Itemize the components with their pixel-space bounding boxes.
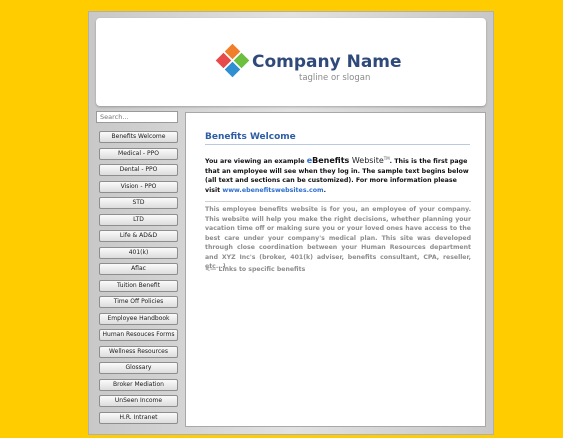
nav-tuition-benefit[interactable]: Tuition Benefit	[99, 279, 178, 292]
tagline: tagline or slogan	[299, 73, 371, 83]
brand-word: Benefits	[312, 156, 350, 166]
page-title: Benefits Welcome	[205, 132, 470, 145]
company-name: Company Name	[252, 52, 402, 72]
nav-time-off-policies[interactable]: Time Off Policies	[99, 296, 178, 308]
nav-ltd[interactable]: LTD	[99, 213, 178, 226]
nav-employee-handbook[interactable]: Employee Handbook	[99, 312, 178, 325]
nav-wellness-resources[interactable]: Wellness Resources	[99, 345, 178, 358]
nav-benefits-welcome[interactable]: Benefits Welcome	[99, 131, 178, 143]
nav-life-add[interactable]: Life & AD&D	[99, 230, 178, 242]
search-input[interactable]	[96, 111, 178, 123]
nav-hr-intranet[interactable]: H.R. Intranet	[99, 411, 178, 424]
links-pointer-text: <— Links to specific benefits	[205, 266, 306, 273]
nav-aflac[interactable]: Aflac	[99, 263, 178, 275]
nav-std[interactable]: STD	[99, 197, 178, 209]
main-content: Benefits Welcome You are viewing an exam…	[185, 112, 486, 427]
nav-medical-ppo[interactable]: Medical - PPO	[99, 147, 178, 160]
header: Company Name tagline or slogan	[96, 18, 486, 106]
brand-site: Website	[349, 156, 384, 166]
nav-dental-ppo[interactable]: Dental - PPO	[99, 164, 178, 176]
nav-vision-ppo[interactable]: Vision - PPO	[99, 180, 178, 193]
website-link[interactable]: www.ebenefitswebsites.com	[222, 187, 323, 194]
intro-prefix: You are viewing an example	[205, 158, 307, 166]
nav-unseen-income[interactable]: UnSeen Income	[99, 395, 178, 407]
nav-glossary[interactable]: Glossary	[99, 362, 178, 374]
nav-hr-forms[interactable]: Human Resouces Forms	[99, 329, 178, 341]
sidebar-nav: Benefits Welcome Medical - PPO Dental - …	[99, 131, 178, 428]
intro-paragraph: You are viewing an example eBenefits Web…	[205, 154, 471, 195]
nav-broker-mediation[interactable]: Broker Mediation	[99, 378, 178, 391]
intro-end: .	[323, 186, 326, 194]
description-paragraph: This employee benefits website is for yo…	[205, 206, 471, 270]
nav-401k[interactable]: 401(k)	[99, 246, 178, 259]
four-diamond-logo-icon	[215, 44, 250, 78]
divider	[205, 201, 471, 202]
